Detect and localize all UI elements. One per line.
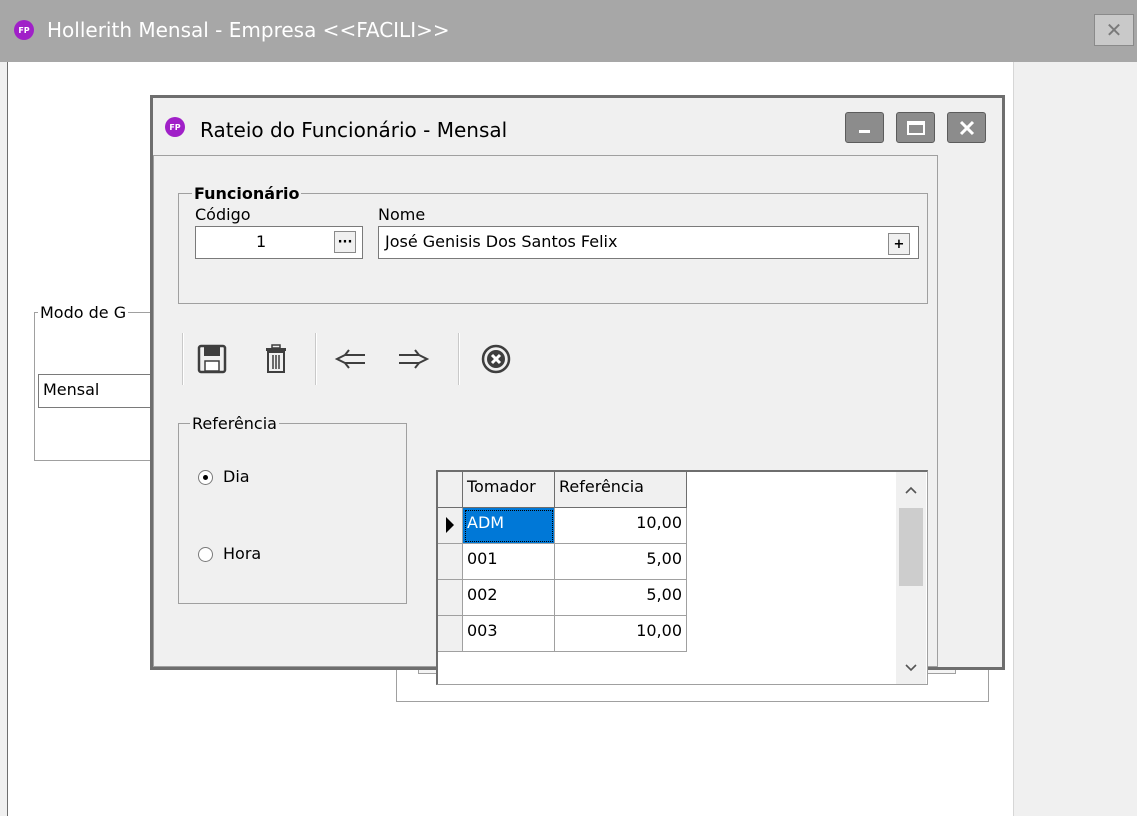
nome-value: José Genisis Dos Santos Felix xyxy=(385,232,618,251)
toolbar-separator xyxy=(182,333,184,385)
previous-button[interactable] xyxy=(328,336,372,382)
outer-close-button[interactable]: ✕ xyxy=(1094,14,1134,46)
grid-header-indicator xyxy=(438,472,463,508)
toolbar-separator xyxy=(458,333,460,385)
minimize-button[interactable] xyxy=(845,112,884,143)
column-header-tomador[interactable]: Tomador xyxy=(463,472,555,508)
nome-input[interactable]: José Genisis Dos Santos Felix xyxy=(378,226,919,259)
table-row-tomador[interactable]: ADM xyxy=(463,508,555,544)
app-logo-icon: FP xyxy=(14,20,34,40)
dialog-close-button[interactable] xyxy=(947,112,986,143)
rateio-dialog: FP Rateio do Funcionário - Mensal Funcio… xyxy=(150,95,1005,685)
cancel-circle-icon xyxy=(481,344,511,374)
dialog-logo-icon: FP xyxy=(165,117,185,137)
radio-dia-circle[interactable] xyxy=(198,470,213,485)
referencia-group-box xyxy=(178,423,407,604)
trash-icon xyxy=(266,344,286,373)
table-row-tomador[interactable]: 001 xyxy=(463,544,555,580)
radio-dia-label: Dia xyxy=(223,467,250,486)
referencia-group-label: Referência xyxy=(190,414,279,433)
cancel-button[interactable] xyxy=(474,336,518,382)
chevron-up-icon[interactable] xyxy=(896,480,926,500)
radio-hora-label: Hora xyxy=(223,544,262,563)
row-indicator[interactable] xyxy=(438,508,463,544)
modo-group-label: Modo de G xyxy=(38,303,129,322)
delete-button[interactable] xyxy=(254,336,298,382)
save-button[interactable] xyxy=(190,336,234,382)
codigo-value: 1 xyxy=(256,232,267,251)
column-header-referencia[interactable]: Referência xyxy=(555,472,687,508)
minimize-icon xyxy=(858,129,870,133)
floppy-disk-icon xyxy=(197,344,227,374)
grid-vertical-scrollbar[interactable] xyxy=(896,472,926,684)
table-row-tomador[interactable]: 003 xyxy=(463,616,555,652)
close-icon xyxy=(959,120,974,135)
table-row-referencia[interactable]: 5,00 xyxy=(555,580,687,616)
nome-label: Nome xyxy=(378,205,426,224)
dialog-body: Funcionário Código 1 ··· Nome José Genis… xyxy=(153,155,938,685)
radio-dia[interactable]: Dia xyxy=(198,467,278,489)
scrollbar-thumb[interactable] xyxy=(899,508,923,586)
row-indicator[interactable] xyxy=(438,580,463,616)
table-row-referencia[interactable]: 10,00 xyxy=(555,616,687,652)
rateio-grid[interactable]: Tomador Referência ADM 10,00 001 5,00 00… xyxy=(436,470,928,685)
chevron-down-icon[interactable] xyxy=(896,658,926,678)
row-indicator[interactable] xyxy=(438,616,463,652)
table-row-tomador[interactable]: 002 xyxy=(463,580,555,616)
radio-hora[interactable]: Hora xyxy=(198,544,288,566)
current-row-icon xyxy=(446,517,454,533)
nome-add-button[interactable]: + xyxy=(888,233,910,255)
codigo-lookup-button[interactable]: ··· xyxy=(334,231,356,253)
outer-right-pane xyxy=(1013,62,1137,816)
arrow-left-icon xyxy=(334,349,365,369)
codigo-label: Código xyxy=(195,205,251,224)
close-icon: ✕ xyxy=(1105,18,1123,42)
table-row-referencia[interactable]: 5,00 xyxy=(555,544,687,580)
funcionario-group-label: Funcionário xyxy=(192,184,302,203)
outer-window-titlebar: FP Hollerith Mensal - Empresa <<FACILI>>… xyxy=(0,0,1137,62)
maximize-icon xyxy=(906,120,925,135)
toolbar-separator xyxy=(315,333,317,385)
dialog-titlebar: FP Rateio do Funcionário - Mensal xyxy=(153,98,1002,155)
modo-field[interactable]: Mensal xyxy=(38,374,168,408)
dialog-title: Rateio do Funcionário - Mensal xyxy=(200,118,508,142)
outer-window-title: Hollerith Mensal - Empresa <<FACILI>> xyxy=(47,18,450,42)
radio-hora-circle[interactable] xyxy=(198,547,213,562)
arrow-right-icon xyxy=(399,349,430,369)
next-button[interactable] xyxy=(392,336,436,382)
table-row-referencia[interactable]: 10,00 xyxy=(555,508,687,544)
row-indicator[interactable] xyxy=(438,544,463,580)
maximize-button[interactable] xyxy=(896,112,935,143)
